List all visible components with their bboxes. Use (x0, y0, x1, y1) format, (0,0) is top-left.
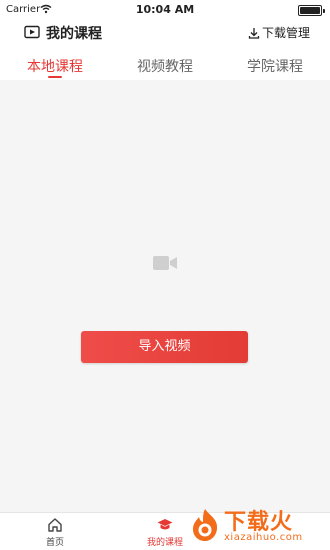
clock: 10:04 AM (135, 3, 195, 16)
nav-my-courses-label: 我的课程 (146, 538, 183, 548)
watermark-url: xiazaihuo.com (224, 532, 303, 543)
main-content (0, 80, 330, 512)
nav-home[interactable]: 首页 (40, 517, 70, 548)
active-tab-indicator (48, 76, 62, 78)
video-folder-icon (24, 25, 40, 39)
import-video-button[interactable]: 导入视频 (81, 331, 248, 363)
tab-label: 学院课程 (247, 59, 303, 75)
course-tabs: 本地课程 视频教程 学院课程 (0, 46, 330, 80)
download-icon (248, 27, 260, 39)
flame-logo-icon (193, 509, 218, 541)
status-bar: Carrier 10:04 AM (0, 0, 330, 20)
graduation-cap-icon (157, 519, 173, 530)
home-icon (48, 518, 62, 532)
tab-label: 本地课程 (27, 59, 83, 75)
tab-video-tutorials[interactable]: 视频教程 (110, 46, 220, 80)
page-title: 我的课程 (46, 26, 102, 42)
download-manager-label: 下载管理 (261, 26, 310, 40)
download-manager-button[interactable]: 下载管理 (248, 24, 310, 41)
tab-label: 视频教程 (137, 59, 193, 75)
tab-academy-courses[interactable]: 学院课程 (220, 46, 330, 80)
tab-local-courses[interactable]: 本地课程 (0, 46, 110, 80)
battery-icon (298, 5, 325, 16)
video-camera-icon (153, 256, 177, 270)
header-bar: 我的课程 下载管理 (0, 20, 330, 46)
nav-home-label: 首页 (45, 538, 64, 548)
watermark-logo: 下载火 xiazaihuo.com (190, 506, 324, 546)
nav-my-courses[interactable]: 我的课程 (145, 517, 185, 548)
